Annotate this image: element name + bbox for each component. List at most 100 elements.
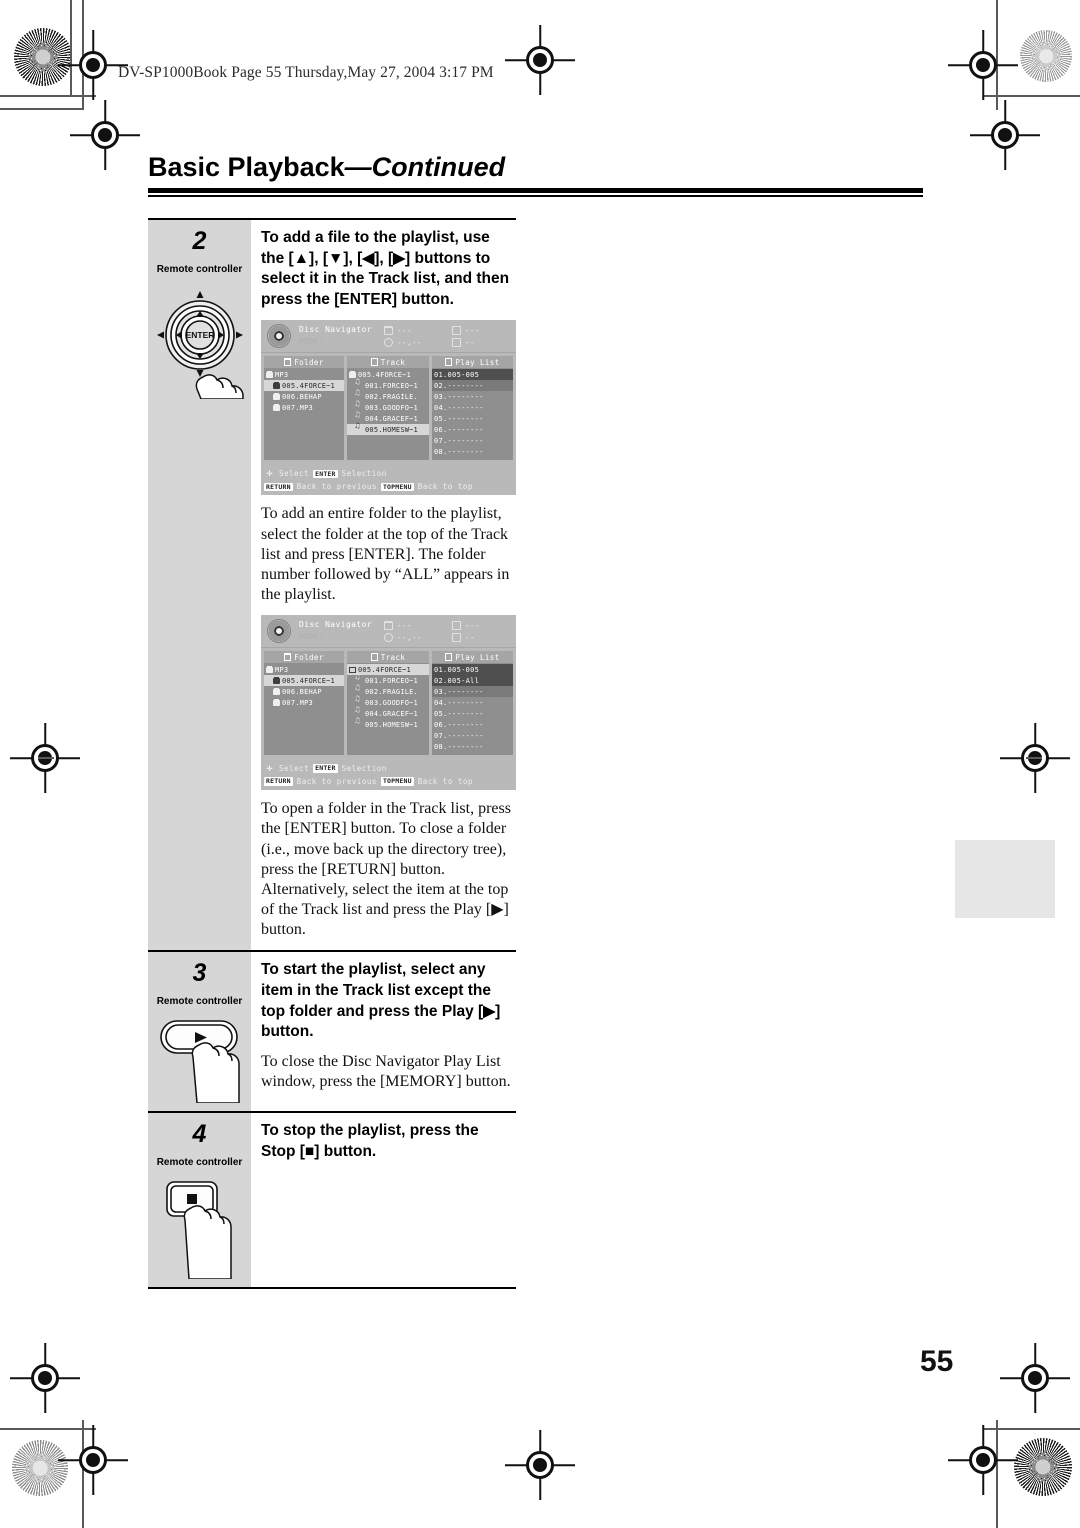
registration-target-bottom-left-2 [58, 1425, 128, 1495]
folder-column[interactable]: Folder MP3 005.4FORCE~1 006.BEHAP 007.MP3 [264, 356, 344, 461]
playlist-item[interactable]: 04.-------- [432, 402, 513, 413]
list-item[interactable]: 007.MP3 [264, 402, 344, 413]
step-3-number: 3 [192, 959, 207, 988]
playlist-item[interactable]: 07.-------- [432, 435, 513, 446]
list-item[interactable]: 005.4FORCE~1 [264, 380, 344, 392]
step-4: 4 Remote controller To stop the playlist… [148, 1111, 516, 1290]
track-column[interactable]: Track 005.4FORCE~1 001.FORCEO~1 002.FRAGIL… [347, 651, 429, 756]
list-item[interactable]: 005.4FORCE~1 [264, 675, 344, 687]
step-4-side-label: Remote controller [156, 1157, 243, 1169]
playlist-item-label: 03.-------- [434, 687, 484, 696]
folder-column[interactable]: Folder MP3 005.4FORCE~1 006.BEHAP 007.MP3 [264, 651, 344, 756]
playlist-item[interactable]: 01.005-005 [432, 369, 513, 381]
list-item-label: MP3 [275, 370, 289, 379]
registration-target-bottom-left [10, 1343, 80, 1413]
folder-icon [384, 325, 393, 335]
screenshot-2-title: Disc Navigator [299, 620, 373, 630]
dpad-icon: ✛ [266, 763, 273, 775]
playlist-item[interactable]: 02.005-All [432, 675, 513, 687]
track-column-header: Track [347, 651, 429, 664]
page-title-main: Basic Playback [148, 152, 345, 182]
folder-icon [266, 666, 273, 673]
enter-key-badge: ENTER [313, 764, 338, 773]
meta-time-value: --,-- [397, 632, 423, 642]
list-item-label: 004.GRACEF~1 [365, 709, 418, 718]
screenshot-1-status-bar: ✛ Select ENTER Selection RETURN Back to … [261, 465, 516, 495]
list-item[interactable]: MP3 [264, 369, 344, 380]
crop-line-mid-right [1026, 757, 1042, 759]
list-item[interactable]: 007.MP3 [264, 697, 344, 708]
stop-button-icon [151, 1174, 249, 1281]
playlist-item[interactable]: 05.-------- [432, 708, 513, 719]
enter-action-label: Selection [341, 469, 387, 479]
playlist-item[interactable]: 03.-------- [432, 391, 513, 402]
playlist-item[interactable]: 07.-------- [432, 730, 513, 741]
list-item-label: 003.GOODFO~1 [365, 698, 418, 707]
dpad-icon: ✛ [266, 468, 273, 480]
playlist-item[interactable]: 08.-------- [432, 446, 513, 457]
playlist-item-label: 06.-------- [434, 425, 484, 434]
track-column[interactable]: Track 005.4FORCE~1 001.FORCEO~1 002.FRAGIL… [347, 356, 429, 461]
playlist-item[interactable]: 03.-------- [432, 686, 513, 698]
list-item[interactable]: MP3 [264, 664, 344, 675]
playlist-item[interactable]: 05.-------- [432, 413, 513, 424]
registration-target-bottom-right [1000, 1343, 1070, 1413]
step-2-number: 2 [192, 227, 207, 255]
playlist-item[interactable]: 01.005-005 [432, 664, 513, 676]
topmenu-key-badge: TOPMENU [380, 482, 414, 492]
playlist-item-label: 02.005-All [434, 676, 480, 685]
meta-folder-value: --- [397, 325, 413, 335]
folder-icon [273, 677, 280, 684]
folder-icon [284, 653, 292, 662]
file-icon [452, 325, 461, 335]
list-item-label: 006.BEHAP [282, 392, 322, 401]
list-item-label: 006.BEHAP [282, 687, 322, 696]
playlist-item-label: 05.-------- [434, 414, 484, 423]
list-item[interactable]: 006.BEHAP [264, 686, 344, 697]
list-icon [452, 632, 461, 642]
playlist-item-label: 01.005-005 [434, 665, 480, 674]
track-column-rows: 005.4FORCE~1 001.FORCEO~1 002.FRAGILE. 003.… [347, 368, 429, 460]
folder-column-rows: MP3 005.4FORCE~1 006.BEHAP 007.MP3 [264, 663, 344, 755]
list-item-label: 005.4FORCE~1 [358, 665, 411, 674]
list-item[interactable]: 005.HOMESW~1 [347, 717, 429, 730]
page-title: Basic Playback—Continued [148, 152, 923, 197]
track-column-header-label: Track [380, 357, 406, 367]
procedure-steps: 2 Remote controller ENTER To add a file … [148, 218, 516, 1290]
step-2-paragraph-1: To add an entire folder to the playlist,… [261, 505, 510, 604]
playlist-item[interactable]: 09.-------- [432, 752, 513, 756]
playlist-item-label: 03.-------- [434, 392, 484, 401]
list-item[interactable]: 006.BEHAP [264, 391, 344, 402]
title-rule-thin [148, 195, 923, 197]
topmenu-key-badge: TOPMENU [380, 777, 414, 786]
list-item-label: 002.FRAGILE. [365, 687, 418, 696]
playlist-item[interactable]: 06.-------- [432, 719, 513, 730]
file-icon [370, 358, 378, 367]
list-icon [445, 358, 453, 367]
disc-icon [267, 619, 291, 644]
playlist-item[interactable]: 06.-------- [432, 424, 513, 435]
list-item[interactable]: 005.HOMESW~1 [347, 422, 429, 436]
list-item-label: 005.4FORCE~1 [358, 370, 411, 379]
folder-icon [384, 620, 393, 630]
meta-time-value: --,-- [397, 337, 423, 347]
step-3-body: To start the playlist, select any item i… [251, 952, 516, 1111]
playlist-item-label: 04.-------- [434, 698, 484, 707]
step-4-body: To stop the playlist, press the Stop [■]… [251, 1113, 516, 1287]
playlist-item[interactable]: 08.-------- [432, 741, 513, 752]
select-label: Select [279, 764, 310, 774]
playlist-item[interactable]: 09.-------- [432, 457, 513, 461]
folder-column-rows: MP3 005.4FORCE~1 006.BEHAP 007.MP3 [264, 368, 344, 460]
disc-navigator-screenshot-1: Disc Navigator MODE: --- --- --,-- -- Fo… [261, 320, 516, 496]
list-item-label: 005.HOMESW~1 [365, 425, 418, 434]
clock-icon [384, 337, 393, 347]
playlist-item[interactable]: 04.-------- [432, 697, 513, 708]
playlist-column[interactable]: Play List 01.005-005 02.-------- 03.------… [432, 356, 513, 461]
playlist-column[interactable]: Play List 01.005-005 02.005-All 03.-------… [432, 651, 513, 756]
playlist-item[interactable]: 02.-------- [432, 380, 513, 392]
track-column-rows: 005.4FORCE~1 001.FORCEO~1 002.FRAGILE. 003.… [347, 663, 429, 755]
list-item-label: 001.FORCEO~1 [365, 381, 418, 390]
playlist-column-header: Play List [432, 651, 513, 664]
registration-target-bottom-right-2 [948, 1425, 1018, 1495]
enter-navigation-pad-icon: ENTER [151, 281, 249, 400]
